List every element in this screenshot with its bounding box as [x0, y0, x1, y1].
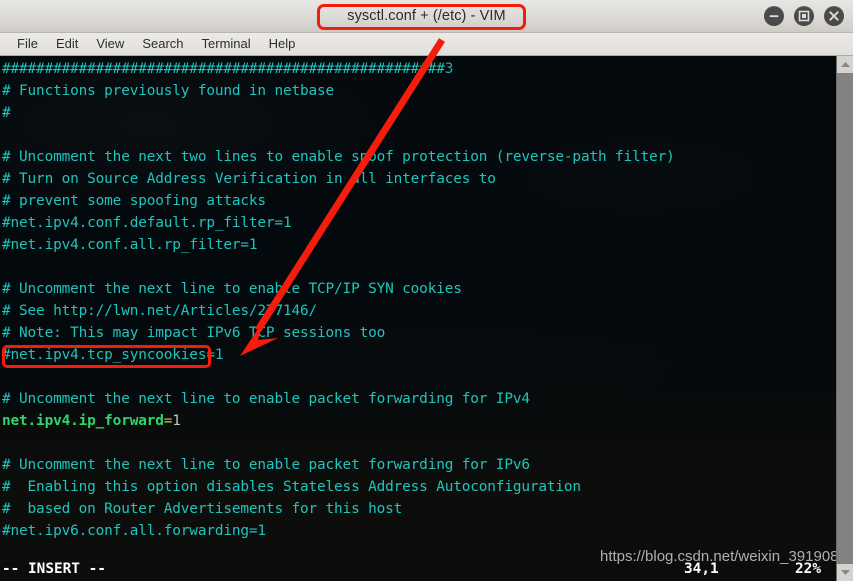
editor-line: # prevent some spoofing attacks: [2, 190, 853, 212]
maximize-button[interactable]: [794, 6, 814, 26]
editor-line: [2, 432, 853, 454]
editor-line: [2, 256, 853, 278]
editor-line: # Turn on Source Address Verification in…: [2, 168, 853, 190]
comment-text: # Turn on Source Address Verification in…: [2, 171, 496, 187]
hash-rule: ########################################…: [2, 61, 445, 77]
close-button[interactable]: [824, 6, 844, 26]
editor-line: #net.ipv4.tcp_syncookies=1: [2, 344, 853, 366]
comment-text: # Uncomment the next line to enable pack…: [2, 457, 530, 473]
menu-bar: File Edit View Search Terminal Help: [0, 33, 853, 56]
comment-text: # See http://lwn.net/Articles/277146/: [2, 303, 318, 319]
comment-text: # Note: This may impact IPv6 TCP session…: [2, 325, 386, 341]
editor-line: # Functions previously found in netbase: [2, 80, 853, 102]
editor-line: #net.ipv4.conf.default.rp_filter=1: [2, 212, 853, 234]
comment-text: # Uncomment the next line to enable pack…: [2, 391, 530, 407]
terminal-area[interactable]: ########################################…: [0, 56, 853, 581]
comment-text: #net.ipv4.tcp_syncookies=1: [2, 347, 224, 363]
setting-equals: =: [163, 413, 173, 429]
comment-text: [2, 435, 11, 451]
setting-key: net.ipv4.ip_forward: [2, 413, 164, 429]
menu-item-terminal[interactable]: Terminal: [193, 33, 260, 55]
menu-item-file[interactable]: File: [8, 33, 47, 55]
menu-item-help[interactable]: Help: [260, 33, 305, 55]
comment-text: #net.ipv4.conf.default.rp_filter=1: [2, 215, 292, 231]
vim-mode-indicator: -- INSERT --: [2, 561, 106, 577]
chevron-up-icon: [841, 62, 850, 67]
menu-item-search[interactable]: Search: [133, 33, 192, 55]
editor-line: net.ipv4.ip_forward=1: [2, 410, 853, 432]
scroll-up-button[interactable]: [837, 56, 853, 73]
editor-line: # Uncomment the next two lines to enable…: [2, 146, 853, 168]
editor-line: [2, 366, 853, 388]
comment-text: [2, 369, 11, 385]
comment-text: # based on Router Advertisements for thi…: [2, 501, 403, 517]
comment-text: #net.ipv6.conf.all.forwarding=1: [2, 523, 266, 539]
editor-line: ########################################…: [2, 58, 853, 80]
vim-status-line: -- INSERT -- 34,1 22%: [0, 557, 853, 581]
editor-line: # Enabling this option disables Stateles…: [2, 476, 853, 498]
setting-value: 1: [172, 413, 181, 429]
comment-text: # Enabling this option disables Stateles…: [2, 479, 581, 495]
window-title: sysctl.conf + (/etc) - VIM: [347, 8, 506, 24]
editor-line: #net.ipv6.conf.all.forwarding=1: [2, 520, 853, 542]
hash-rule-tail: 3: [444, 61, 454, 77]
editor-line: [2, 124, 853, 146]
editor-line: # Note: This may impact IPv6 TCP session…: [2, 322, 853, 344]
editor-line: # based on Router Advertisements for thi…: [2, 498, 853, 520]
minimize-icon: [769, 15, 779, 18]
comment-text: [2, 127, 11, 143]
chevron-down-icon: [841, 570, 850, 575]
editor-line: # See http://lwn.net/Articles/277146/: [2, 300, 853, 322]
scroll-down-button[interactable]: [837, 564, 853, 581]
comment-text: #net.ipv4.conf.all.rp_filter=1: [2, 237, 258, 253]
menu-item-view[interactable]: View: [87, 33, 133, 55]
comment-text: # prevent some spoofing attacks: [2, 193, 266, 209]
menu-item-edit[interactable]: Edit: [47, 33, 87, 55]
close-icon: [829, 11, 839, 21]
editor-line: # Uncomment the next line to enable TCP/…: [2, 278, 853, 300]
comment-text: # Functions previously found in netbase: [2, 83, 335, 99]
terminal-scrollbar[interactable]: [836, 56, 853, 581]
comment-text: # Uncomment the next two lines to enable…: [2, 149, 675, 165]
title-bar[interactable]: sysctl.conf + (/etc) - VIM: [0, 0, 853, 33]
comment-text: [2, 259, 11, 275]
editor-line: #: [2, 102, 853, 124]
maximize-icon: [798, 10, 810, 22]
minimize-button[interactable]: [764, 6, 784, 26]
vim-buffer-text[interactable]: ########################################…: [0, 56, 853, 581]
comment-text: #: [2, 105, 11, 121]
cursor-position: 34,1: [684, 561, 719, 577]
vim-terminal-window: sysctl.conf + (/etc) - VIM File Edit Vie…: [0, 0, 853, 581]
comment-text: # Uncomment the next line to enable TCP/…: [2, 281, 462, 297]
editor-line: #net.ipv4.conf.all.rp_filter=1: [2, 234, 853, 256]
editor-line: # Uncomment the next line to enable pack…: [2, 454, 853, 476]
scroll-percent: 22%: [795, 561, 821, 577]
window-controls: [764, 6, 844, 26]
editor-line: # Uncomment the next line to enable pack…: [2, 388, 853, 410]
